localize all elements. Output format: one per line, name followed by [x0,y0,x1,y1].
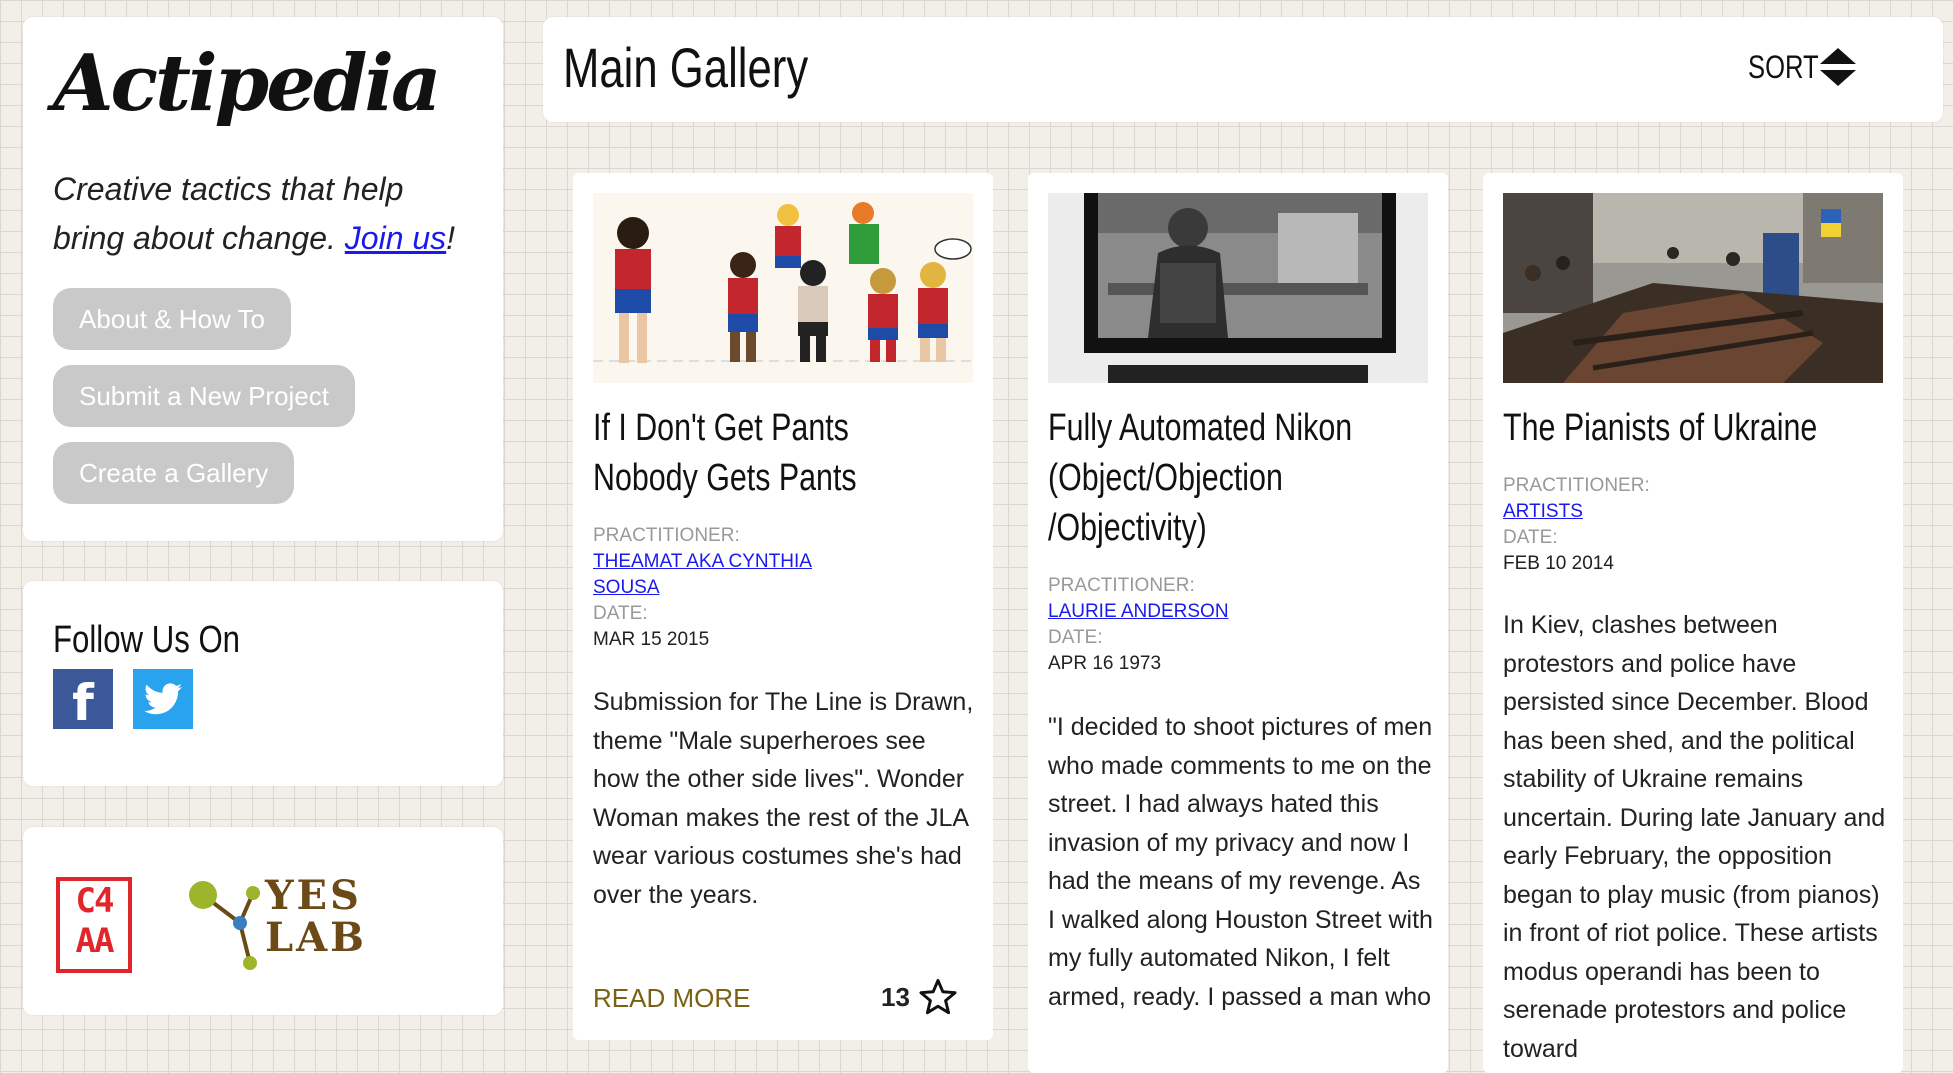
join-us-link[interactable]: Join us [345,220,446,256]
facebook-icon[interactable]: f [53,669,113,732]
card-description: "I decided to shoot pictures of men who … [1048,713,1433,1011]
gallery-card[interactable]: If I Don't Get Pants Nobody Gets Pants P… [573,173,993,1040]
sort-label: SORT [1748,48,1819,85]
c4aa-line-1: C4 [75,881,115,921]
read-more-link[interactable]: READ MORE [593,983,750,1014]
date-value: FEB 10 2014 [1503,553,1614,574]
card-title[interactable]: The Pianists of Ukraine [1503,403,1871,453]
yes-lab-logo[interactable]: YES LAB [185,875,435,975]
favorite-count: 13 [881,981,910,1012]
c4aa-logo[interactable]: C4 AA [56,877,132,973]
yes-lab-line-2: LAB [265,914,367,961]
gallery-card[interactable]: The Pianists of Ukraine PRACTITIONER: AR… [1483,173,1903,1073]
card-meta: PRACTITIONER: LAURIE ANDERSON DATE: APR … [1048,573,1428,677]
tagline: Creative tactics that help bring about c… [53,165,473,263]
card-thumbnail[interactable] [1503,193,1883,383]
create-gallery-button[interactable]: Create a Gallery [53,442,295,504]
practitioner-link[interactable]: THEAMAT AKA CYNTHIA [593,549,973,575]
date-label: DATE: [593,603,648,624]
twitter-icon[interactable] [133,669,193,729]
brand-panel: Actipedia Creative tactics that help bri… [23,17,503,541]
date-label: DATE: [1503,527,1558,548]
partner-panel: C4 AA YES LAB [23,827,503,1015]
card-description: Submission for The Line is Drawn, theme … [593,688,974,909]
sort-button[interactable]: SORT [1748,37,1858,97]
practitioner-link[interactable]: ARTISTS [1503,499,1883,525]
card-meta: PRACTITIONER: ARTISTS DATE: FEB 10 2014 [1503,473,1883,577]
date-value: MAR 15 2015 [593,629,710,650]
card-title[interactable]: If I Don't Get Pants Nobody Gets Pants [593,403,961,503]
practitioner-label: PRACTITIONER: [1048,575,1195,596]
gallery-card[interactable]: Fully Automated Nikon (Object/Objection … [1028,173,1448,1073]
about-how-to-button[interactable]: About & How To [53,288,291,350]
practitioner-label: PRACTITIONER: [1503,475,1650,496]
card-title[interactable]: Fully Automated Nikon (Object/Objection … [1048,403,1416,553]
follow-title: Follow Us On [53,619,241,661]
date-label: DATE: [1048,627,1103,648]
card-meta: PRACTITIONER: THEAMAT AKA CYNTHIA SOUSA … [593,523,973,653]
star-icon [919,978,957,1015]
yes-lab-text: YES LAB [265,875,367,959]
practitioner-link-continued[interactable]: SOUSA [593,575,973,601]
yes-lab-line-1: YES [265,872,362,919]
date-value: APR 16 1973 [1048,653,1162,674]
practitioner-label: PRACTITIONER: [593,525,740,546]
card-description: In Kiev, clashes between protestors and … [1503,611,1886,1063]
gallery-header: Main Gallery SORT [543,17,1943,122]
tagline-exclamation: ! [446,220,456,256]
submit-project-button[interactable]: Submit a New Project [53,365,355,427]
actipedia-logo[interactable]: Actipedia [53,41,442,127]
follow-panel: Follow Us On f [23,581,503,786]
practitioner-link[interactable]: LAURIE ANDERSON [1048,599,1428,625]
sort-arrows-icon [1820,48,1856,86]
card-thumbnail[interactable] [593,193,973,383]
card-thumbnail[interactable] [1048,193,1428,383]
favorite-button[interactable]: 13 [881,978,958,1016]
c4aa-line-2: AA [75,921,115,961]
page-title: Main Gallery [563,36,809,99]
molecule-icon [189,881,260,970]
